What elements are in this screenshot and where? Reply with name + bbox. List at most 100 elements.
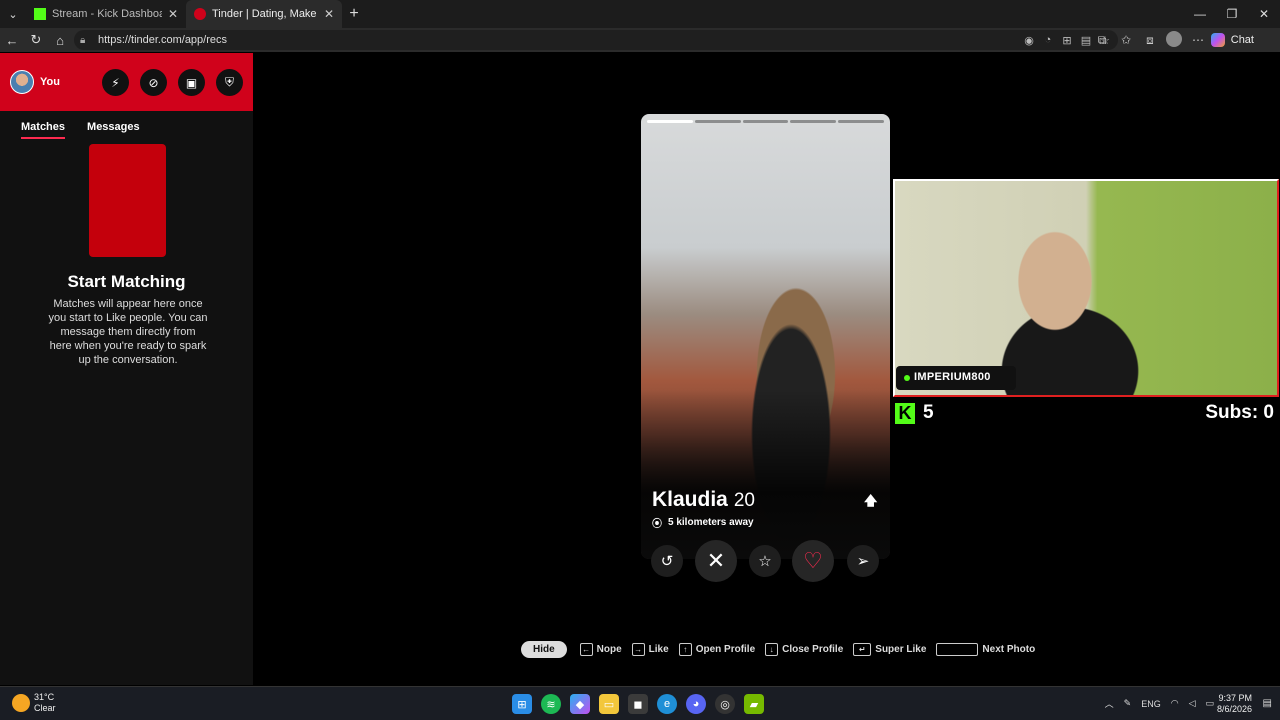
clock[interactable]: 9:37 PM 8/6/2026 xyxy=(1217,693,1252,715)
hint-next-photo: Next Photo xyxy=(936,643,1035,656)
volume-icon[interactable]: ◁ xyxy=(1189,698,1196,709)
weather-temp: 31°C xyxy=(34,692,55,702)
card-action-bar: ↺ ✕ ☆ ♡ ➢ xyxy=(651,540,881,582)
hint-label: Open Profile xyxy=(695,644,756,655)
copilot-app-icon[interactable]: ◆ xyxy=(570,694,590,714)
home-icon[interactable]: ⌂ xyxy=(48,28,72,52)
hint-label: Super Like xyxy=(875,644,927,655)
matches-sidebar: You ⚡︎ ⊘ ▣ ⛨ Matches Messages Start Matc… xyxy=(0,53,253,685)
copilot-icon xyxy=(1210,33,1225,47)
copilot-chat-button[interactable]: Chat xyxy=(1210,31,1254,49)
photo-indicator-bars xyxy=(646,120,885,123)
avatar xyxy=(10,70,34,94)
tab-actions-menu-icon[interactable]: ⌄ xyxy=(0,0,26,28)
hint-label: Next Photo xyxy=(982,644,1036,655)
empty-matches-card xyxy=(89,144,166,257)
notifications-icon[interactable]: ▤ xyxy=(1263,698,1272,709)
space-key-icon xyxy=(936,643,979,656)
hint-close-profile: ↓ Close Profile xyxy=(765,643,843,656)
nope-button[interactable]: ✕ xyxy=(695,540,737,582)
restore-icon[interactable]: ❐ xyxy=(1216,0,1248,28)
discord-icon[interactable]: ◕ xyxy=(686,694,706,714)
photo-indicator-bar[interactable] xyxy=(790,120,837,123)
safety-shield-icon[interactable]: ⛨ xyxy=(216,69,243,96)
wifi-icon[interactable]: ◠ xyxy=(1171,698,1179,709)
super-like-button[interactable]: ☆ xyxy=(749,545,781,577)
hide-hints-button[interactable]: Hide xyxy=(521,641,567,658)
webcam-overlay xyxy=(893,179,1279,397)
edge-icon[interactable]: e xyxy=(657,694,677,714)
weather-condition: Clear xyxy=(34,703,56,713)
hint-nope: ← Nope xyxy=(579,643,622,656)
profile-avatar[interactable] xyxy=(1162,30,1186,50)
new-tab-button[interactable]: + xyxy=(342,0,366,28)
close-tab-icon[interactable]: ✕ xyxy=(168,7,178,21)
minimize-icon[interactable]: — xyxy=(1184,0,1216,28)
windows-taskbar: 31°C Clear ⊞ ≋ ◆ ▭ ◼ e ◕ ◎ ▰ ︿ ✎ ENG ◠ ◁… xyxy=(0,686,1280,720)
start-icon[interactable]: ⊞ xyxy=(512,694,532,714)
like-button[interactable]: ♡ xyxy=(792,540,834,582)
tab-tinder[interactable]: Tinder | Dating, Make Friends & M ✕ xyxy=(186,0,342,28)
rewind-button[interactable]: ↺ xyxy=(651,545,683,577)
toolbar-icons: ⧉ ✩ ⧈ ⋯ xyxy=(1090,28,1210,52)
my-profile-button[interactable]: You xyxy=(10,70,60,94)
photo-indicator-bar[interactable] xyxy=(694,120,741,123)
profile-card[interactable]: Klaudia 20 ⦿ 5 kilometers away 🡅 xyxy=(641,114,890,559)
clock-date: 8/6/2026 xyxy=(1216,704,1252,714)
file-explorer-icon[interactable]: ▭ xyxy=(599,694,619,714)
right-arrow-key-icon: → xyxy=(631,643,645,656)
my-profile-label: You xyxy=(40,76,60,88)
tab-matches[interactable]: Matches xyxy=(21,121,66,139)
language-indicator[interactable]: ENG xyxy=(1141,699,1161,709)
close-tab-icon[interactable]: ✕ xyxy=(324,7,334,21)
enter-key-icon: ↵ xyxy=(853,643,872,656)
photo-indicator-bar[interactable] xyxy=(838,120,884,123)
back-icon[interactable]: ← xyxy=(0,28,24,52)
collections-icon[interactable]: ⧈ xyxy=(1138,33,1162,48)
hint-like: → Like xyxy=(631,643,669,656)
keyboard-hints: Hide ← Nope → Like ↑ Open Profile ↓ Clos… xyxy=(521,641,1045,658)
spotify-icon[interactable]: ≋ xyxy=(541,694,561,714)
up-arrow-key-icon: ↑ xyxy=(678,643,692,656)
boost-icon[interactable]: ⚡︎ xyxy=(102,69,129,96)
show-hidden-icons-icon[interactable]: ︿ xyxy=(1105,697,1114,710)
apps-icon[interactable]: ⊞ xyxy=(1058,34,1076,47)
photo-indicator-bar[interactable] xyxy=(742,120,789,123)
pen-icon[interactable]: ✎ xyxy=(1124,698,1132,709)
live-dot-icon xyxy=(904,375,910,381)
refresh-icon[interactable]: ↻ xyxy=(24,28,48,52)
boost-send-button[interactable]: ➢ xyxy=(847,545,879,577)
tinder-favicon-icon xyxy=(194,8,206,20)
window-controls: — ❐ ✕ xyxy=(1184,0,1280,28)
nvidia-icon[interactable]: ▰ xyxy=(744,694,764,714)
more-options-icon[interactable]: ⋯ xyxy=(1186,33,1210,47)
location-icon[interactable]: ◉ xyxy=(1020,34,1038,47)
empty-state-title: Start Matching xyxy=(67,272,186,291)
profile-name-row: Klaudia 20 xyxy=(652,488,755,512)
hint-label: Like xyxy=(648,644,669,655)
taskbar-apps: ⊞ ≋ ◆ ▭ ◼ e ◕ ◎ ▰ xyxy=(512,694,773,714)
notifications-icon[interactable]: ◔ xyxy=(1039,34,1057,46)
photo-indicator-bar[interactable] xyxy=(647,120,693,123)
streamer-name: IMPERIUM800 xyxy=(914,371,991,383)
header-actions: ⚡︎ ⊘ ▣ ⛨ xyxy=(102,69,254,96)
work-mode-briefcase-icon[interactable]: ▣ xyxy=(178,69,205,96)
obs-icon[interactable]: ◎ xyxy=(715,694,735,714)
sidebar-tabs: Matches Messages xyxy=(21,121,162,139)
open-profile-arrow-icon[interactable]: 🡅 xyxy=(864,492,877,514)
explore-compass-icon[interactable]: ⊘ xyxy=(140,69,167,96)
battery-icon[interactable]: ▭ xyxy=(1205,698,1214,709)
close-window-icon[interactable]: ✕ xyxy=(1248,0,1280,28)
tab-kick-dashboard[interactable]: Stream - Kick Dashboard ✕ xyxy=(26,0,186,28)
site-info-icon[interactable]: 🔒︎ xyxy=(80,35,92,46)
tab-messages[interactable]: Messages xyxy=(87,121,140,139)
left-arrow-key-icon: ← xyxy=(579,643,593,656)
down-arrow-key-icon: ↓ xyxy=(765,643,779,656)
url-field[interactable]: 🔒︎ https://tinder.com/app/recs xyxy=(74,30,1118,50)
favorites-icon[interactable]: ✩ xyxy=(1114,33,1138,47)
hint-label: Close Profile xyxy=(782,644,844,655)
weather-text: 31°C Clear xyxy=(34,692,56,714)
weather-widget[interactable]: 31°C Clear xyxy=(12,692,56,714)
store-icon[interactable]: ◼ xyxy=(628,694,648,714)
extensions-icon[interactable]: ⧉ xyxy=(1090,33,1114,48)
